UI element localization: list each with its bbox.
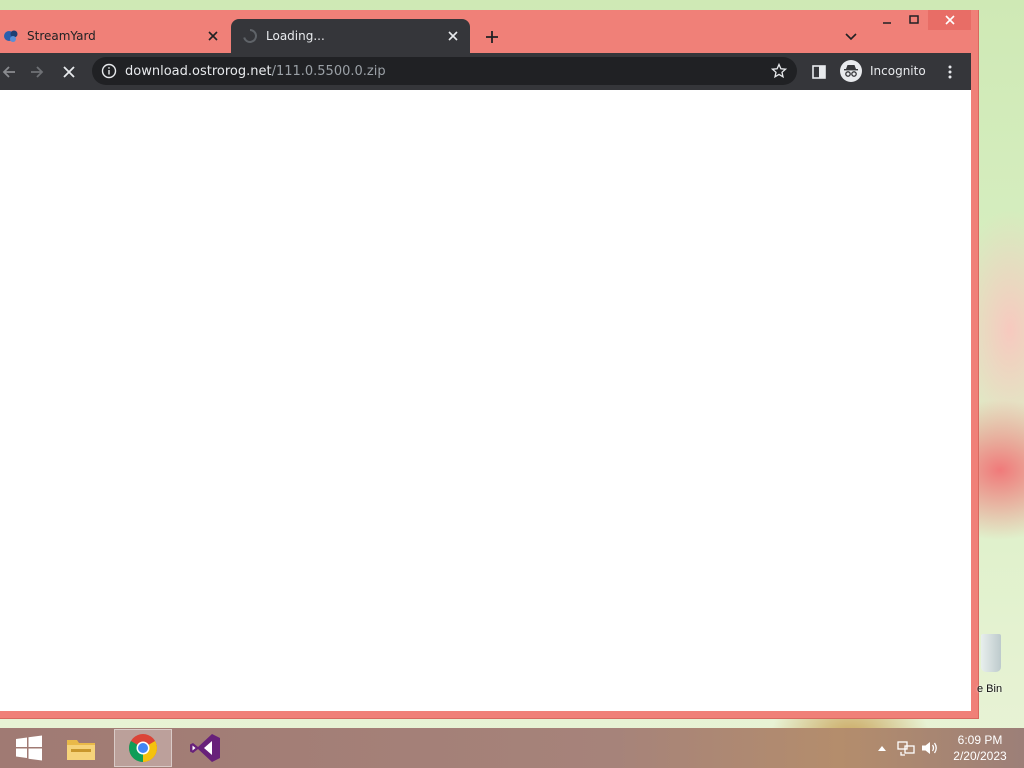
close-icon xyxy=(944,15,955,25)
volume-icon xyxy=(922,742,937,754)
minimize-button[interactable] xyxy=(873,10,901,30)
windows-logo-icon xyxy=(16,735,42,761)
taskbar-clock[interactable]: 6:09 PM 2/20/2023 xyxy=(946,732,1014,764)
tab-title: StreamYard xyxy=(27,29,96,43)
incognito-icon xyxy=(840,60,862,82)
tab-search-button[interactable] xyxy=(840,26,862,48)
plus-icon xyxy=(486,31,498,43)
incognito-profile-button[interactable]: Incognito xyxy=(838,57,930,85)
close-tab-icon[interactable] xyxy=(204,27,222,45)
tab-loading[interactable]: Loading... xyxy=(231,19,470,53)
browser-window: StreamYard Loading... download.ostrorog.… xyxy=(0,10,979,719)
taskbar-file-explorer[interactable] xyxy=(52,729,110,767)
side-panel-icon xyxy=(812,65,826,79)
arrow-right-icon xyxy=(31,66,44,78)
browser-menu-button[interactable] xyxy=(937,59,963,85)
bookmark-star-icon[interactable] xyxy=(769,61,789,81)
file-explorer-icon xyxy=(67,740,95,760)
loading-spinner-icon xyxy=(243,29,257,43)
address-bar[interactable]: download.ostrorog.net/111.0.5500.0.zip xyxy=(92,57,797,85)
arrow-left-icon xyxy=(2,66,15,78)
url-text[interactable]: download.ostrorog.net/111.0.5500.0.zip xyxy=(125,64,769,79)
url-host: download.ostrorog.net xyxy=(125,63,272,79)
clock-date: 2/20/2023 xyxy=(953,749,1007,763)
tab-streamyard[interactable]: StreamYard xyxy=(0,19,230,53)
streamyard-icon xyxy=(4,30,18,42)
maximize-icon xyxy=(909,15,919,24)
chevron-up-icon xyxy=(878,746,886,751)
close-window-button[interactable] xyxy=(928,10,971,30)
network-icon xyxy=(897,741,915,756)
chrome-icon xyxy=(129,734,157,762)
clock-time: 6:09 PM xyxy=(957,733,1003,747)
stop-icon xyxy=(63,66,75,78)
page-content xyxy=(0,90,971,711)
network-tray-button[interactable] xyxy=(896,738,916,758)
back-button[interactable] xyxy=(0,59,22,85)
start-button[interactable] xyxy=(0,729,58,767)
tab-title: Loading... xyxy=(266,29,325,43)
minimize-icon xyxy=(883,22,891,24)
maximize-button[interactable] xyxy=(901,10,927,30)
recycle-bin-desktop-icon[interactable]: e Bin xyxy=(975,630,1015,696)
chevron-down-icon xyxy=(845,33,857,41)
tab-strip: StreamYard Loading... xyxy=(0,10,979,53)
forward-button[interactable] xyxy=(24,59,50,85)
incognito-label: Incognito xyxy=(870,64,926,78)
taskbar: 6:09 PM 2/20/2023 xyxy=(0,728,1024,768)
volume-tray-button[interactable] xyxy=(920,738,940,758)
side-panel-button[interactable] xyxy=(806,59,832,85)
close-tab-icon[interactable] xyxy=(444,27,462,45)
show-hidden-icons-button[interactable] xyxy=(872,738,892,758)
info-icon[interactable] xyxy=(101,63,117,79)
visual-studio-icon xyxy=(190,734,220,762)
taskbar-visual-studio[interactable] xyxy=(176,729,234,767)
recycle-bin-label: e Bin xyxy=(977,683,1003,695)
new-tab-button[interactable] xyxy=(481,26,503,48)
stop-loading-button[interactable] xyxy=(56,59,82,85)
url-path: /111.0.5500.0.zip xyxy=(271,63,386,79)
recycle-bin-icon xyxy=(981,634,1001,672)
browser-toolbar: download.ostrorog.net/111.0.5500.0.zip I… xyxy=(0,53,971,90)
more-vert-icon xyxy=(948,65,952,79)
taskbar-chrome[interactable] xyxy=(114,729,172,767)
